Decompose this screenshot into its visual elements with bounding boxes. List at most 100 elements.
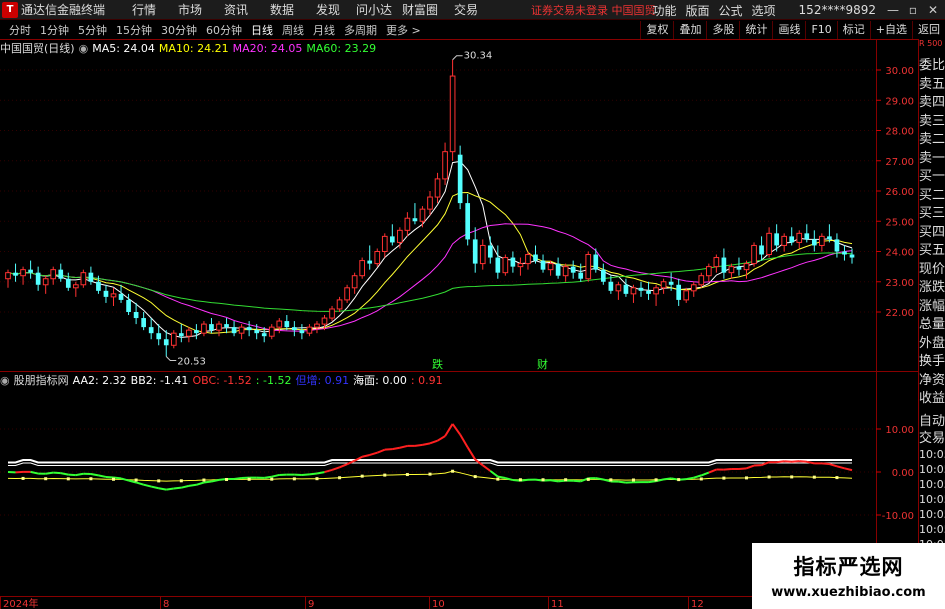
candle-down <box>774 233 779 246</box>
signal-dot <box>586 477 590 481</box>
candle-up <box>525 254 531 265</box>
candle-down <box>834 239 840 252</box>
indicator-y-axis: 10.00 0.00 -10.00 <box>876 425 914 522</box>
candle-down <box>389 236 395 243</box>
obc-segment <box>437 435 446 442</box>
candle-up <box>351 275 358 289</box>
indicator-red: : 0.91 <box>410 373 443 387</box>
indicator-settings-icon[interactable]: ◉ <box>0 374 10 387</box>
tick-time: 10:05 <box>919 492 945 506</box>
indicator-name[interactable]: 股朋指标网 <box>14 372 69 388</box>
candle-down <box>495 257 501 273</box>
obc-segment <box>158 487 167 491</box>
candle-up <box>653 287 659 295</box>
signal-dot <box>247 477 251 481</box>
signal-dot <box>405 473 409 477</box>
candle-down <box>759 245 764 255</box>
stock-name[interactable]: 中国国贸(日线) <box>0 40 75 56</box>
signal-dot <box>157 479 161 483</box>
obc-segment <box>384 448 393 451</box>
candle-up <box>728 266 735 274</box>
candle-down <box>178 333 184 337</box>
candle-down <box>668 281 674 285</box>
signal-dot <box>677 478 681 482</box>
obc-segment <box>723 467 732 471</box>
candle-up <box>562 266 569 277</box>
x-tick-label: 9 <box>308 599 314 609</box>
order-book-row: 外盘 <box>919 335 945 351</box>
candle-down <box>88 272 94 282</box>
candle-up <box>359 260 366 277</box>
candle-down <box>254 330 260 334</box>
signal-dot <box>564 478 568 482</box>
obc-segment <box>316 471 325 475</box>
main-y-axis: 22.00 23.00 24.00 25.00 26.00 27.00 28.00 29.00… <box>876 66 914 319</box>
order-book-panel: R 500 委比 卖五 卖四 卖三 卖二 卖一 买一 买二 买三 买四 买五 现价 涨跌 涨幅 总量 外盘 换手… <box>918 39 945 609</box>
order-book-row: 涨幅 <box>919 298 945 314</box>
event-marker: 财 <box>537 357 548 371</box>
kline-chart[interactable]: 22.00 23.00 24.00 25.00 26.00 27.00 28.00 29.00… <box>0 0 945 609</box>
candle-up <box>404 217 411 231</box>
order-book-row: 买一 <box>919 169 945 184</box>
candle-down <box>533 254 538 261</box>
candle-down <box>194 330 199 334</box>
candle-down <box>842 251 847 255</box>
y-tick-label: 25.00 <box>885 217 914 228</box>
obc-segment <box>60 472 69 476</box>
obc-segment <box>663 477 672 481</box>
obc-segment <box>135 481 144 486</box>
signal-dot <box>451 469 455 473</box>
candle-up <box>585 254 592 280</box>
obc-segment <box>746 464 755 470</box>
obc-segment <box>30 470 39 475</box>
candle-down <box>141 318 146 328</box>
candle-up <box>5 272 11 280</box>
candle-down <box>608 281 614 291</box>
obc-segment <box>392 446 401 451</box>
settings-icon[interactable]: ◉ <box>79 42 89 55</box>
signal-dot <box>654 478 658 482</box>
candle-up <box>80 272 87 286</box>
signal-dot <box>225 477 229 481</box>
order-book-row: 买四 <box>919 224 945 240</box>
signal-dot <box>473 475 477 479</box>
candle-up <box>314 323 320 328</box>
candle-up <box>20 269 26 277</box>
candle-up <box>72 284 79 289</box>
watermark-url: www.xuezhibiao.com <box>771 585 926 600</box>
order-book-row: 卖二 <box>919 132 945 147</box>
candle-down <box>58 269 64 279</box>
auto-trade-button[interactable]: 自动交易 <box>919 413 945 447</box>
order-book-row: 买五 <box>919 243 945 258</box>
signal-dot <box>292 477 296 481</box>
candle-up <box>50 269 57 280</box>
signal-dot <box>812 475 816 479</box>
ma5-line <box>7 160 853 338</box>
obc-segment <box>150 485 159 490</box>
candle-down <box>412 218 418 222</box>
candle-up <box>306 326 313 334</box>
y-tick-label: 26.00 <box>885 187 914 198</box>
obc-segment <box>776 460 785 464</box>
candle-up <box>434 178 441 198</box>
candle-up <box>321 317 328 325</box>
signal-dot <box>202 478 206 482</box>
obc-segment <box>181 484 190 489</box>
candle-up <box>442 151 448 180</box>
candle-up <box>766 232 772 256</box>
obc-segment <box>844 467 853 472</box>
candle-down <box>676 284 682 300</box>
signal-dot <box>112 477 115 481</box>
candle-up <box>216 323 222 331</box>
signal-dot <box>745 476 748 480</box>
signal-dot <box>699 477 703 481</box>
ma-lines <box>7 160 853 338</box>
x-tick-label: 12 <box>691 599 704 609</box>
ind-y-tick-label: -10.00 <box>882 511 914 522</box>
candle-down <box>811 239 817 246</box>
ma5-label: MA5: 24.04 <box>92 41 155 55</box>
obc-segment <box>166 487 174 491</box>
obc-segment <box>301 473 310 477</box>
candle-down <box>209 324 214 331</box>
obc-segment <box>482 464 491 472</box>
